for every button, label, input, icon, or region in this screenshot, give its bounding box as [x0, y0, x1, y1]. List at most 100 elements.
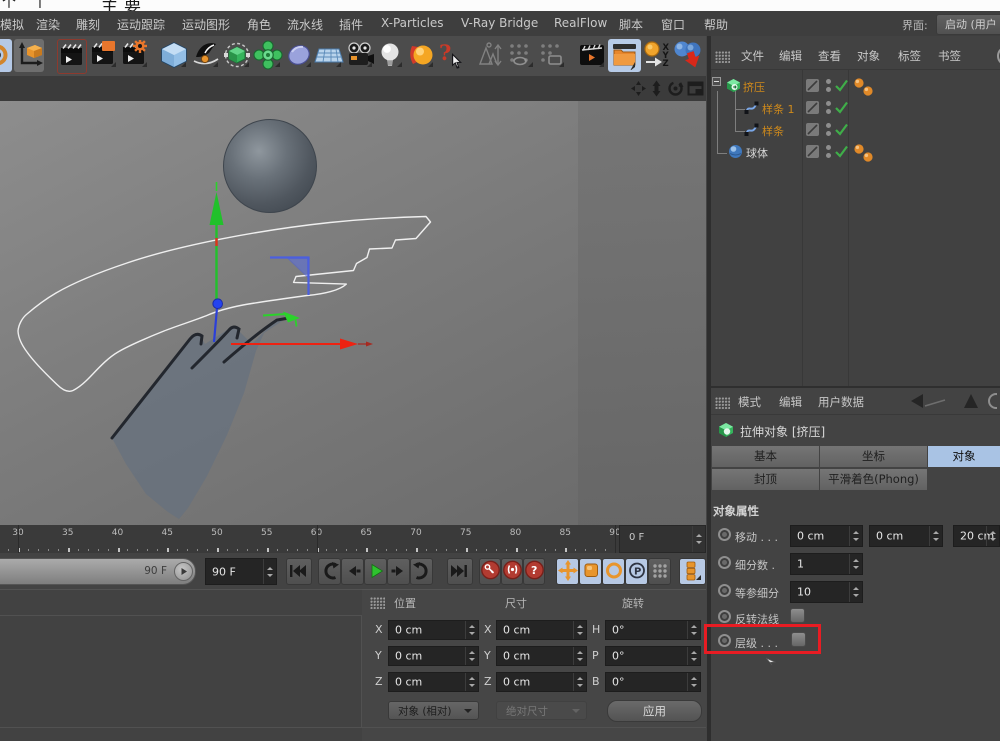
visibility-dot-editor[interactable] — [826, 145, 831, 150]
tab-3[interactable]: 对象 — [928, 446, 1000, 467]
end-frame-spinner[interactable] — [692, 526, 705, 552]
menu-item-2[interactable]: 渲染 — [36, 16, 60, 33]
viewport-3d[interactable] — [0, 101, 706, 525]
tab-1[interactable]: 基本 — [712, 446, 819, 467]
material-sky-button[interactable] — [406, 39, 436, 72]
timeline-ruler[interactable]: 30354045505560657075808590 — [0, 525, 619, 553]
quantize-b-disabled-button[interactable] — [537, 39, 567, 72]
render-picture-viewer-button[interactable] — [89, 39, 117, 72]
record-help-button[interactable]: ? — [523, 558, 545, 585]
field-spinner[interactable] — [573, 673, 586, 691]
origin-point[interactable] — [213, 299, 223, 309]
menu-item-11[interactable]: RealFlow — [554, 16, 607, 30]
tab-2[interactable]: 坐标 — [820, 446, 927, 467]
size-z-field[interactable]: 0 cm — [496, 672, 587, 692]
spline-pen-button[interactable] — [191, 39, 221, 72]
attr-field-spinner[interactable] — [849, 554, 862, 574]
texture-toggle[interactable] — [806, 145, 819, 158]
zoom-icon[interactable] — [648, 80, 665, 97]
am-menu-3[interactable]: 用户数据 — [818, 394, 864, 410]
visibility-dot-editor[interactable] — [826, 79, 831, 84]
menu-item-10[interactable]: V-Ray Bridge — [461, 16, 538, 30]
field-spinner[interactable] — [465, 621, 478, 639]
sphere-object[interactable] — [224, 120, 317, 213]
enabled-check-icon[interactable] — [834, 100, 849, 115]
play-backward-loop-button[interactable] — [318, 558, 341, 585]
menu-item-3[interactable]: 雕刻 — [76, 16, 100, 33]
spline-object-icon[interactable] — [744, 122, 759, 137]
interface-dropdown[interactable]: 启动 (用户 — [936, 14, 1000, 35]
visibility-dot-render[interactable] — [826, 131, 831, 136]
am-grip-icon[interactable] — [715, 397, 730, 409]
pan-icon[interactable] — [630, 80, 647, 97]
timeline-range-slider[interactable]: 90 F — [0, 558, 196, 585]
attr-field[interactable]: 0 cm — [790, 525, 863, 547]
extrude-object-icon[interactable] — [726, 78, 741, 93]
help-cursor-button[interactable]: ? — [436, 39, 466, 72]
rotation-key-toggle[interactable] — [602, 558, 625, 585]
param-checkbox[interactable] — [790, 608, 805, 623]
menu-item-14[interactable]: 帮助 — [704, 16, 728, 33]
visibility-dot-render[interactable] — [826, 109, 831, 114]
current-frame-spinner[interactable] — [263, 559, 276, 584]
end-frame-field[interactable]: 0 F — [619, 525, 706, 553]
om-menu-6[interactable]: 书签 — [938, 48, 961, 64]
size-y-field[interactable]: 0 cm — [496, 646, 587, 666]
attr-field-spinner[interactable] — [849, 582, 862, 602]
step-back-button[interactable] — [341, 558, 364, 585]
attr-field-spinner[interactable] — [929, 526, 942, 546]
rotation-h-field[interactable]: 0° — [605, 620, 701, 640]
coords-grip-icon[interactable] — [370, 597, 385, 609]
maximize-icon[interactable] — [687, 80, 704, 97]
texture-toggle[interactable] — [806, 79, 819, 92]
keyframe-selection-toggle[interactable] — [679, 558, 706, 585]
om-menu-4[interactable]: 对象 — [857, 48, 880, 64]
enabled-check-icon[interactable] — [834, 78, 849, 93]
attr-field-spinner[interactable] — [986, 526, 999, 546]
sphere-object-icon[interactable] — [728, 144, 743, 159]
om-menu-3[interactable]: 查看 — [818, 48, 841, 64]
spline-object-icon[interactable] — [744, 100, 759, 115]
pla-key-toggle[interactable] — [648, 558, 671, 585]
menu-item-1[interactable]: 模拟 — [0, 16, 24, 33]
generator-extrude-button[interactable] — [222, 39, 252, 72]
attr-field[interactable]: 20 cm — [953, 525, 1000, 547]
position-x-field[interactable]: 0 cm — [388, 620, 479, 640]
rotation-p-field[interactable]: 0° — [605, 646, 701, 666]
current-frame-field[interactable]: 90 F — [205, 558, 277, 585]
scale-key-toggle[interactable] — [579, 558, 602, 585]
cube-primitive-button[interactable] — [159, 39, 189, 72]
field-spinner[interactable] — [573, 621, 586, 639]
attr-field[interactable]: 0 cm — [869, 525, 943, 547]
environment-object-button[interactable] — [284, 39, 314, 72]
menu-item-5[interactable]: 运动图形 — [182, 16, 230, 33]
am-menu-2[interactable]: 编辑 — [779, 394, 802, 410]
visibility-dot-render[interactable] — [826, 87, 831, 92]
parameter-key-toggle[interactable]: P — [625, 558, 648, 585]
position-z-field[interactable]: 0 cm — [388, 672, 479, 692]
tab-5[interactable]: 平滑着色(Phong) — [820, 469, 927, 490]
attr-field[interactable]: 1 — [790, 553, 863, 575]
record-keyframe-button[interactable] — [479, 558, 501, 585]
object-name-1[interactable]: 挤压 — [743, 79, 765, 95]
field-spinner[interactable] — [573, 647, 586, 665]
rotate-icon[interactable] — [667, 80, 684, 97]
quantize-a-disabled-button[interactable] — [506, 39, 536, 72]
om-menu-1[interactable]: 文件 — [741, 48, 764, 64]
snap-disabled-button[interactable] — [476, 39, 506, 72]
menu-item-9[interactable]: X-Particles — [381, 16, 444, 30]
menu-item-12[interactable]: 脚本 — [619, 16, 643, 33]
om-menu-2[interactable]: 编辑 — [779, 48, 802, 64]
render-settings-button[interactable] — [120, 39, 148, 72]
field-spinner[interactable] — [465, 673, 478, 691]
enabled-check-icon[interactable] — [834, 144, 849, 159]
visibility-dot-editor[interactable] — [826, 101, 831, 106]
texture-toggle[interactable] — [806, 101, 819, 114]
visibility-dot-render[interactable] — [826, 153, 831, 158]
om-grip-icon[interactable] — [715, 51, 730, 63]
field-spinner[interactable] — [687, 621, 700, 639]
menu-item-6[interactable]: 角色 — [247, 16, 271, 33]
render-queue-button[interactable] — [577, 39, 607, 72]
field-spinner[interactable] — [687, 647, 700, 665]
position-y-field[interactable]: 0 cm — [388, 646, 479, 666]
